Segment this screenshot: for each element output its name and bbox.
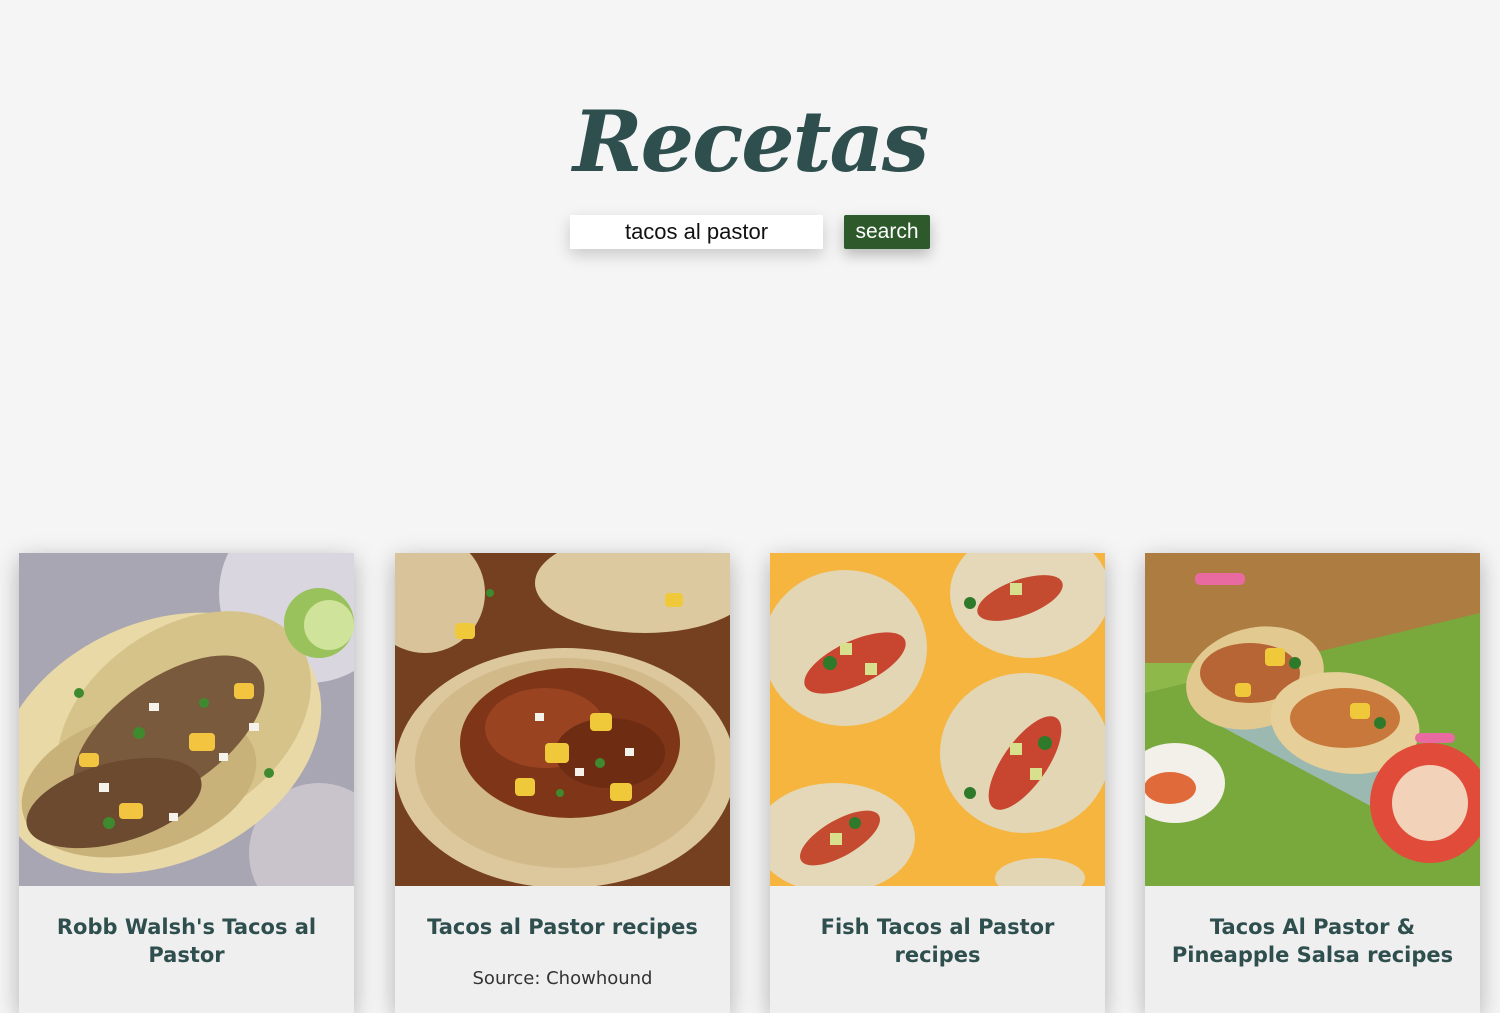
recipe-title[interactable]: Tacos al Pastor recipes [415,913,710,941]
recipe-title[interactable]: Tacos Al Pastor & Pineapple Salsa recipe… [1165,913,1460,969]
tacos-holder-green-photo-icon [1145,553,1480,886]
recipe-image[interactable] [395,553,730,886]
recipe-title[interactable]: Fish Tacos al Pastor recipes [790,913,1085,969]
pastor-taco-wood-photo-icon [395,553,730,886]
fish-tacos-yellow-photo-icon [770,553,1105,886]
recipe-card[interactable]: Tacos Al Pastor & Pineapple Salsa recipe… [1145,553,1480,1013]
recipe-image[interactable] [19,553,354,886]
recipe-title[interactable]: Robb Walsh's Tacos al Pastor [39,913,334,969]
recipe-card[interactable]: Robb Walsh's Tacos al Pastor [19,553,354,1013]
page-header: Recetas search [0,0,1500,300]
search-input[interactable] [570,215,823,249]
recipe-source: Source: Chowhound [472,968,653,989]
recipe-image[interactable] [770,553,1105,886]
recipe-card[interactable]: Fish Tacos al Pastor recipes [770,553,1105,1013]
recipe-card[interactable]: Tacos al Pastor recipes Source: Chowhoun… [395,553,730,1013]
tacos-plate-photo-icon [19,553,354,886]
search-button[interactable]: search [844,215,930,249]
recipe-image[interactable] [1145,553,1480,886]
logo: Recetas [572,92,929,191]
